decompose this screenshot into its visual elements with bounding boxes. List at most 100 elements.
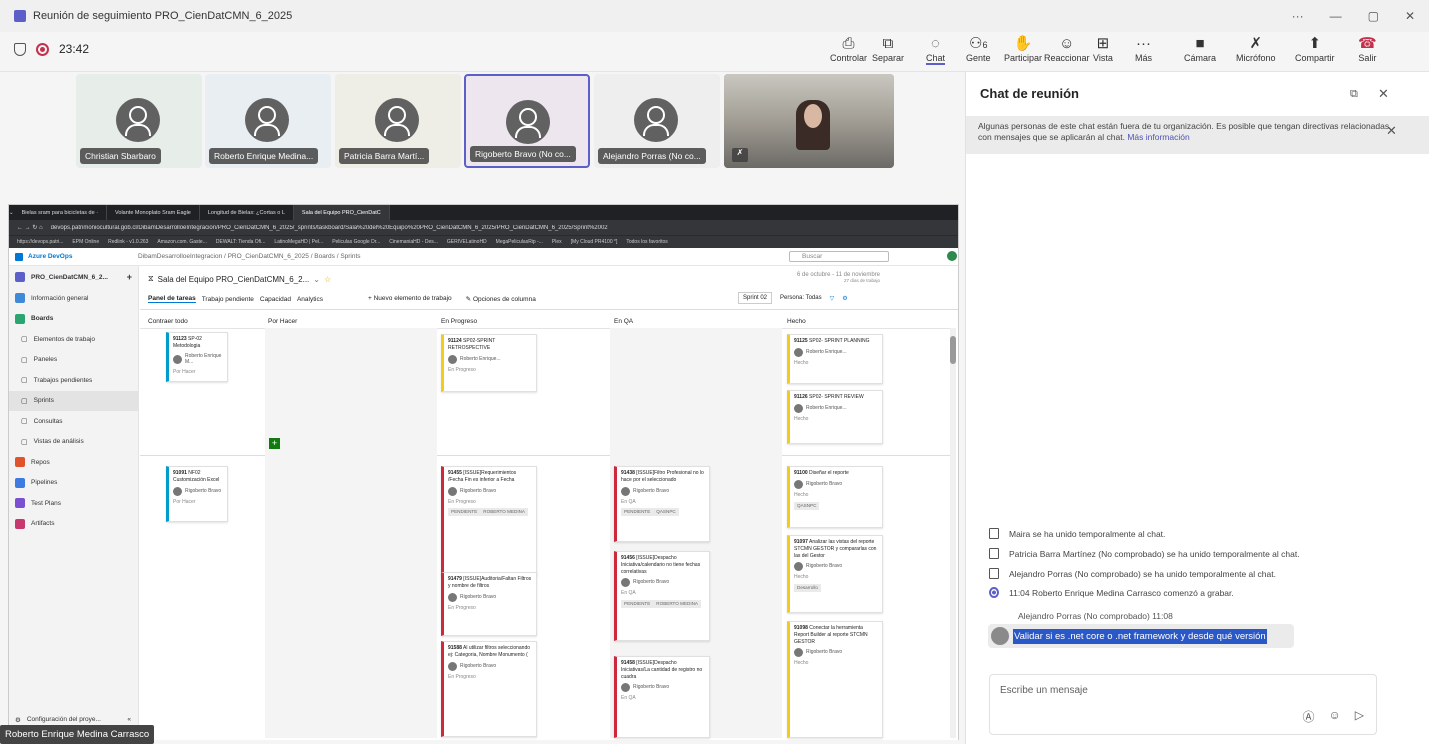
work-item-card[interactable]: 91125 SP02- SPRINT PLANNING Roberto Enriq… bbox=[787, 334, 883, 384]
plus-icon[interactable]: + bbox=[127, 272, 132, 282]
card-assignee[interactable]: Rigoberto Bravo bbox=[621, 578, 705, 587]
card-title[interactable]: 91097 Analizar las vistas del reporte ST… bbox=[794, 539, 878, 559]
browser-tab[interactable]: Volante Monoplato Sram Eagle bbox=[107, 205, 200, 220]
bookmark-item[interactable]: MegaPeliculasRip -... bbox=[496, 239, 543, 245]
card-title[interactable]: 91456 [ISSUE]Despacho Iniciativa/calenda… bbox=[621, 555, 705, 575]
card-assignee[interactable]: Rigoberto Bravo bbox=[448, 487, 532, 496]
ado-brand[interactable]: Azure DevOps bbox=[28, 253, 138, 260]
card-assignee[interactable]: Rigoberto Bravo bbox=[621, 683, 705, 692]
card-assignee[interactable]: Roberto Enrique... bbox=[794, 404, 878, 413]
card-state[interactable]: Por Hacer bbox=[173, 369, 223, 376]
card-assignee[interactable]: Roberto Enrique... bbox=[794, 348, 878, 357]
sidebar-item-test-plans[interactable]: Test Plans bbox=[9, 493, 138, 514]
toolbar-button-participar[interactable]: ✋ Participar bbox=[1004, 34, 1042, 63]
card-assignee[interactable]: Rigoberto Bravo bbox=[794, 648, 878, 657]
emoji-icon[interactable]: ☺ bbox=[1329, 708, 1341, 725]
bookmark-item[interactable]: Amazon.com. Gaste... bbox=[157, 239, 206, 245]
sidebar-item-trabajos-pendientes[interactable]: ▢ Trabajos pendientes bbox=[9, 370, 138, 391]
bookmark-item[interactable]: GERIVELatinoHD bbox=[447, 239, 487, 245]
format-icon[interactable]: Ⓐ bbox=[1302, 708, 1314, 725]
work-item-card[interactable]: 91098 Conectar la herramienta Report Bui… bbox=[787, 621, 883, 738]
toolbar-button-compartir[interactable]: ⬆ Compartir bbox=[1295, 34, 1335, 63]
work-item-card[interactable]: 91455 [ISSUE]Requerimientos /Fecha Fin e… bbox=[441, 466, 537, 576]
card-title[interactable]: 91588 Al utilizar filtros seleccionando … bbox=[448, 645, 532, 659]
bookmark-item[interactable]: CinemaniaHD - Des... bbox=[389, 239, 438, 245]
card-assignee[interactable]: Rigoberto Bravo bbox=[794, 480, 878, 489]
sprint-selector[interactable]: Sprint 02 bbox=[738, 292, 773, 304]
bookmark-item[interactable]: [My Cloud PR4100 *] bbox=[571, 239, 618, 245]
work-item-card[interactable]: 91124 SP02-SPRINT RETROSPECTIVE Roberto E… bbox=[441, 334, 537, 392]
toolbar-button-salir[interactable]: ☎ Salir bbox=[1358, 34, 1377, 63]
collapse-sidebar-icon[interactable]: « bbox=[127, 716, 131, 723]
sidebar-item-consultas[interactable]: ▢ Consultas bbox=[9, 411, 138, 432]
sidebar-item-vistas-de-análisis[interactable]: ▢ Vistas de análisis bbox=[9, 432, 138, 453]
card-title[interactable]: 91098 Conectar la herramienta Report Bui… bbox=[794, 625, 878, 645]
browser-tab[interactable]: Sala del Equipo PRO_CienDatC bbox=[293, 205, 390, 220]
bookmark-item[interactable]: EPM Online bbox=[72, 239, 99, 245]
work-item-card[interactable]: 91438 [ISSUE]Filtro Profesional no lo ha… bbox=[614, 466, 710, 542]
work-item-card[interactable]: 91123 SP-02 Metodologia Roberto Enrique M… bbox=[166, 332, 228, 382]
tab-analytics[interactable]: Analytics bbox=[297, 296, 323, 303]
popout-chat-icon[interactable]: ⧉ bbox=[1350, 88, 1358, 101]
work-item-card[interactable]: 91458 [ISSUE]Despacho Iniciativas/La can… bbox=[614, 656, 710, 738]
card-assignee[interactable]: Rigoberto Bravo bbox=[448, 593, 532, 602]
column-options-button[interactable]: ✎ Opciones de columna bbox=[466, 295, 536, 303]
card-title[interactable]: 91479 [ISSUE]Auditoria/Faltan Filtros y … bbox=[448, 576, 532, 590]
scroll-thumb[interactable] bbox=[950, 336, 956, 364]
card-state[interactable]: Hecho bbox=[794, 660, 878, 667]
participant-tile[interactable]: Roberto Enrique Medina... bbox=[205, 74, 331, 168]
card-state[interactable]: En Progreso bbox=[448, 674, 532, 681]
card-assignee[interactable]: Rigoberto Bravo bbox=[794, 562, 878, 571]
sidebar-item-sprints[interactable]: ▢ Sprints bbox=[9, 390, 138, 411]
breadcrumb[interactable]: DibamDesarrolloeIntegracion / PRO_CienDa… bbox=[138, 253, 361, 260]
card-state[interactable]: Hecho bbox=[794, 416, 878, 423]
sidebar-item-pipelines[interactable]: Pipelines bbox=[9, 473, 138, 494]
project-selector[interactable]: PRO_CienDatCMN_6_2... + bbox=[9, 266, 138, 288]
maximize-button[interactable]: ▢ bbox=[1368, 9, 1379, 23]
sidebar-item-boards[interactable]: Boards bbox=[9, 309, 138, 330]
close-chat-icon[interactable]: ✕ bbox=[1378, 86, 1389, 102]
bookmark-item[interactable]: https://devops.patri... bbox=[17, 239, 63, 245]
work-item-card[interactable]: 91091 NF02 Customización Excel Rigoberto … bbox=[166, 466, 228, 522]
persona-filter[interactable]: Persona: Todas bbox=[780, 295, 822, 301]
card-state[interactable]: En Progreso bbox=[448, 605, 532, 612]
card-title[interactable]: 91100 Diseñar el reporte bbox=[794, 470, 878, 477]
new-work-item-button[interactable]: + Nuevo elemento de trabajo bbox=[368, 295, 452, 303]
more-info-link[interactable]: Más información bbox=[1127, 132, 1189, 142]
card-title[interactable]: 91458 [ISSUE]Despacho Iniciativas/La can… bbox=[621, 660, 705, 680]
close-window-button[interactable]: ✕ bbox=[1405, 9, 1415, 23]
bookmark-item[interactable]: DEWALT: Tienda Ofi... bbox=[216, 239, 265, 245]
card-state[interactable]: En QA bbox=[621, 695, 705, 702]
card-title[interactable]: 91438 [ISSUE]Filtro Profesional no lo ha… bbox=[621, 470, 705, 484]
tab-trabajo-pendiente[interactable]: Trabajo pendiente bbox=[202, 296, 254, 303]
card-state[interactable]: En Progreso bbox=[448, 367, 532, 374]
card-title[interactable]: 91455 [ISSUE]Requerimientos /Fecha Fin e… bbox=[448, 470, 532, 484]
card-state[interactable]: Hecho bbox=[794, 574, 878, 581]
toolbar-button-chat[interactable]: ◌ Chat bbox=[926, 34, 946, 65]
card-state[interactable]: Hecho bbox=[794, 360, 878, 367]
toolbar-button-vista[interactable]: ⊞ Vista bbox=[1093, 34, 1113, 63]
add-task-button[interactable]: + bbox=[269, 438, 280, 449]
work-item-card[interactable]: 91479 [ISSUE]Auditoria/Faltan Filtros y … bbox=[441, 572, 537, 636]
send-icon[interactable]: ▷ bbox=[1355, 708, 1364, 725]
sidebar-item-paneles[interactable]: ▢ Paneles bbox=[9, 350, 138, 371]
toolbar-button-separar[interactable]: ⧉ Separar bbox=[872, 34, 904, 63]
toolbar-button-micrófono[interactable]: ✗ Micrófono bbox=[1236, 34, 1276, 63]
chat-message[interactable]: Validar si es .net core o .net framework… bbox=[988, 624, 1294, 648]
sidebar-item-repos[interactable]: Repos bbox=[9, 452, 138, 473]
card-assignee[interactable]: Rigoberto Bravo bbox=[173, 487, 223, 496]
toolbar-button-gente[interactable]: ⚇6 Gente bbox=[966, 34, 991, 63]
sidebar-item-elementos-de-trabajo[interactable]: ▢ Elementos de trabajo bbox=[9, 329, 138, 350]
chevron-down-icon[interactable]: ⌄ bbox=[313, 275, 320, 284]
work-item-card[interactable]: 91588 Al utilizar filtros seleccionando … bbox=[441, 641, 537, 737]
tab-panel-de-tareas[interactable]: Panel de tareas bbox=[148, 295, 196, 303]
card-title[interactable]: 91126 SP02- SPRINT REVIEW bbox=[794, 394, 878, 401]
card-state[interactable]: En Progreso bbox=[448, 499, 532, 506]
browser-tab[interactable]: Bielas sram para bicicletas de · bbox=[14, 205, 108, 220]
card-title[interactable]: 91124 SP02-SPRINT RETROSPECTIVE bbox=[448, 338, 532, 352]
message-text[interactable]: Validar si es .net core o .net framework… bbox=[1013, 628, 1267, 644]
bookmark-item[interactable]: Plex bbox=[552, 239, 562, 245]
card-assignee[interactable]: Roberto Enrique... bbox=[448, 355, 532, 364]
card-assignee[interactable]: Rigoberto Bravo bbox=[621, 487, 705, 496]
card-state[interactable]: En QA bbox=[621, 590, 705, 597]
